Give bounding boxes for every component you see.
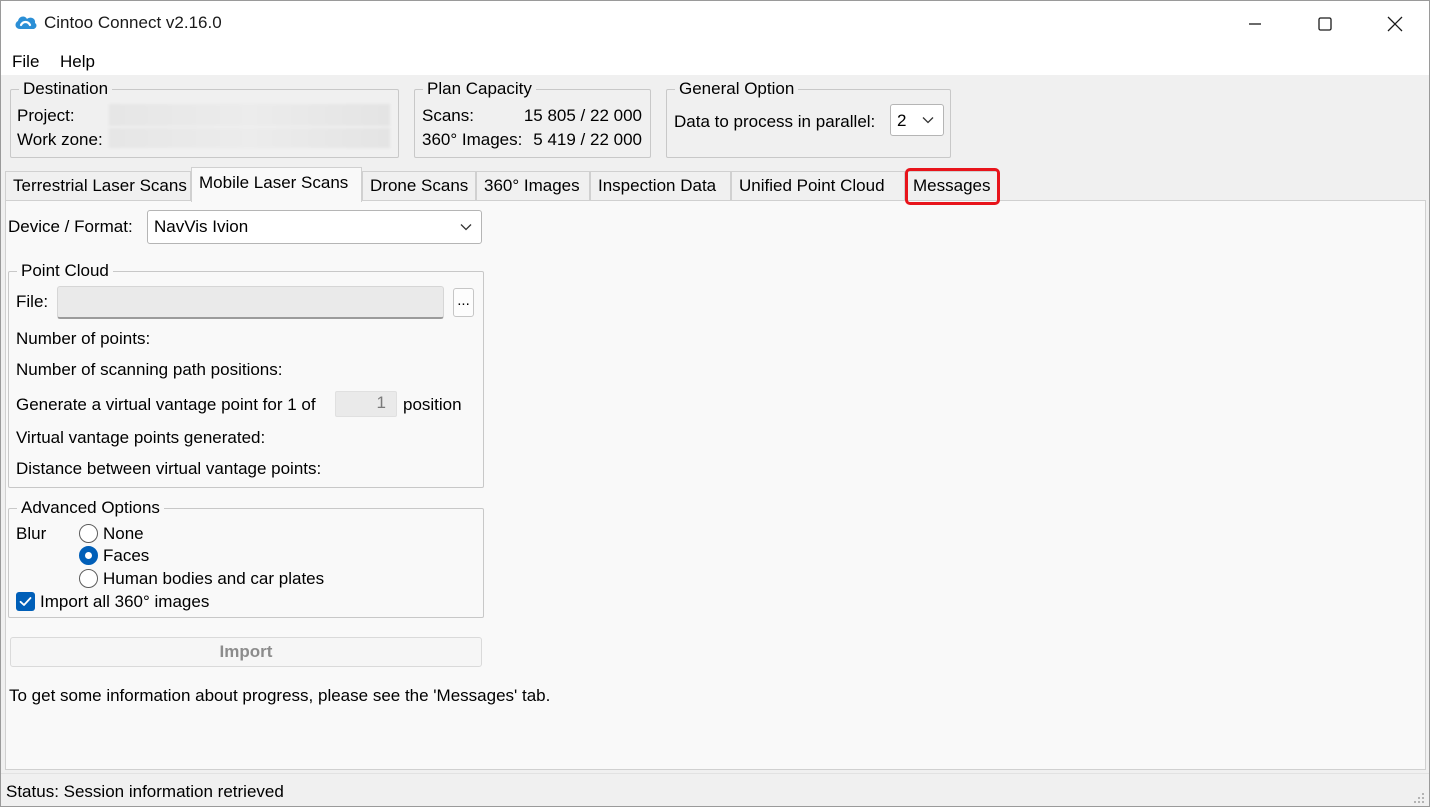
maximize-icon	[1318, 17, 1332, 31]
destination-group: Destination Project: Work zone:	[10, 79, 399, 158]
scanning-positions-label: Number of scanning path positions:	[16, 360, 283, 379]
info-text: To get some information about progress, …	[9, 686, 551, 705]
import-button[interactable]: Import	[10, 637, 482, 667]
file-label: File:	[16, 292, 49, 311]
general-option-group: General Option Data to process in parall…	[666, 79, 951, 158]
parallel-select[interactable]: 2	[890, 104, 944, 136]
workzone-value-redacted	[109, 128, 390, 148]
tab-unified-point-cloud[interactable]: Unified Point Cloud	[731, 171, 905, 201]
blur-bodies-plates-label[interactable]: Human bodies and car plates	[103, 569, 324, 589]
vantage-prefix-label: Generate a virtual vantage point for 1 o…	[16, 395, 316, 414]
number-of-points-label: Number of points:	[16, 329, 151, 348]
blur-none-radio[interactable]	[79, 524, 98, 543]
window-title: Cintoo Connect v2.16.0	[44, 13, 222, 32]
menu-bar: File Help	[1, 47, 1429, 75]
app-window: Cintoo Connect v2.16.0 File Help Destina…	[0, 0, 1430, 807]
checkmark-icon	[19, 597, 32, 606]
blur-faces-radio[interactable]	[79, 546, 98, 565]
blur-label: Blur	[16, 524, 47, 543]
menu-help[interactable]: Help	[60, 52, 95, 72]
images-label: 360° Images:	[422, 130, 523, 149]
advanced-options-title: Advanced Options	[17, 498, 164, 518]
tab-terrestrial-laser-scans[interactable]: Terrestrial Laser Scans	[5, 171, 191, 201]
close-button[interactable]	[1360, 1, 1429, 47]
parallel-value: 2	[897, 111, 907, 130]
blur-bodies-plates-radio[interactable]	[79, 569, 98, 588]
tab-mobile-laser-scans[interactable]: Mobile Laser Scans	[191, 167, 362, 202]
menu-file[interactable]: File	[12, 52, 39, 72]
minimize-button[interactable]	[1220, 1, 1290, 47]
destination-title: Destination	[19, 79, 113, 99]
chevron-down-icon	[460, 224, 472, 231]
device-format-select[interactable]: NavVis Ivion	[147, 210, 482, 244]
maximize-button[interactable]	[1290, 1, 1360, 47]
scans-value: 15 805 / 22 000	[523, 106, 642, 125]
images-value: 5 419 / 22 000	[533, 130, 642, 149]
scans-label: Scans:	[422, 106, 474, 125]
tab-inspection-data[interactable]: Inspection Data	[590, 171, 731, 201]
resize-grip-icon[interactable]	[1413, 792, 1425, 804]
blur-none-label[interactable]: None	[103, 524, 144, 544]
device-format-label: Device / Format:	[8, 217, 133, 236]
import-360-label[interactable]: Import all 360° images	[40, 592, 209, 612]
project-value-redacted	[109, 104, 390, 126]
browse-button[interactable]: ...	[453, 288, 474, 317]
plan-capacity-group: Plan Capacity Scans: 15 805 / 22 000 360…	[414, 79, 651, 158]
blur-faces-label[interactable]: Faces	[103, 546, 149, 566]
project-label: Project:	[17, 106, 75, 125]
import-360-checkbox[interactable]	[16, 592, 35, 611]
plan-capacity-title: Plan Capacity	[423, 79, 536, 99]
workzone-label: Work zone:	[17, 130, 103, 149]
vantage-suffix-label: position	[403, 395, 462, 414]
tab-360-images[interactable]: 360° Images	[476, 171, 590, 201]
device-format-value: NavVis Ivion	[154, 217, 249, 236]
chevron-down-icon	[922, 117, 934, 124]
tab-drone-scans[interactable]: Drone Scans	[362, 171, 476, 201]
cintoo-logo-icon	[15, 16, 37, 29]
status-bar: Status: Session information retrieved	[1, 773, 1429, 806]
status-text: Status: Session information retrieved	[6, 782, 284, 801]
vantage-generated-label: Virtual vantage points generated:	[16, 428, 266, 447]
point-cloud-title: Point Cloud	[17, 261, 113, 281]
parallel-label: Data to process in parallel:	[674, 112, 876, 131]
vantage-step-input[interactable]: 1	[335, 391, 397, 417]
minimize-icon	[1249, 23, 1261, 25]
vantage-distance-label: Distance between virtual vantage points:	[16, 459, 322, 478]
file-path-input[interactable]	[57, 286, 444, 319]
title-bar: Cintoo Connect v2.16.0	[1, 1, 1429, 47]
tab-messages[interactable]: Messages	[905, 171, 1000, 201]
general-option-title: General Option	[675, 79, 799, 99]
close-icon	[1387, 16, 1403, 32]
